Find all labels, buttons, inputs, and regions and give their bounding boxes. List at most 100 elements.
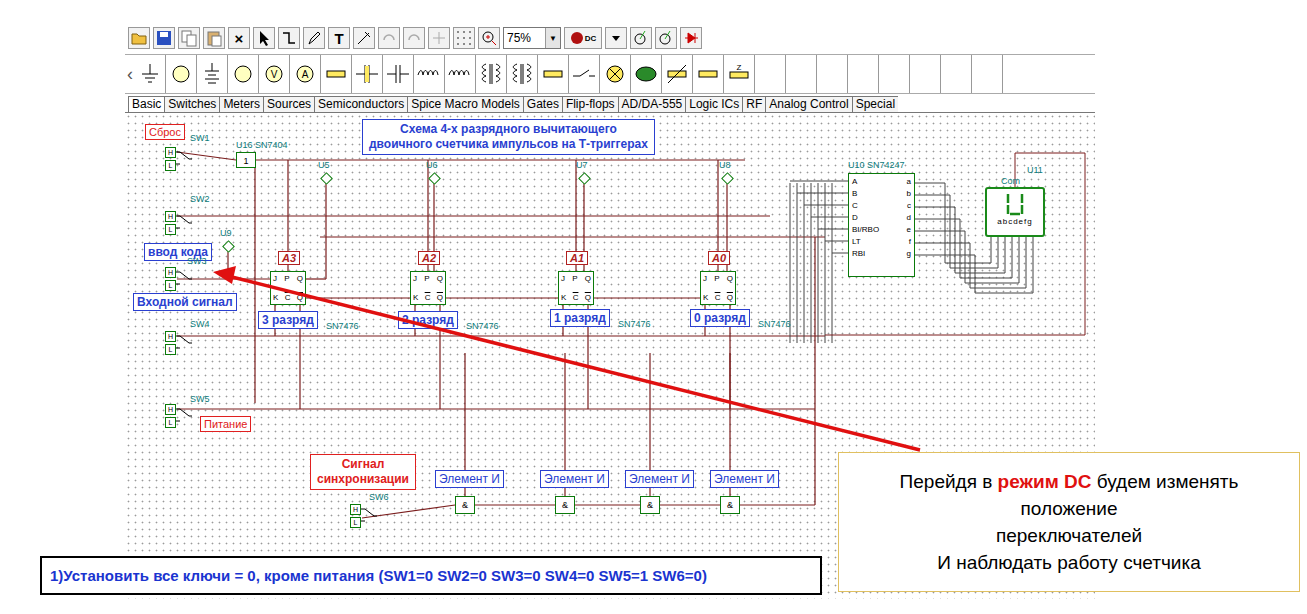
toolbar-button[interactable] [178, 27, 200, 49]
switch-pin: L [165, 160, 176, 171]
component-button[interactable] [600, 55, 631, 93]
parts-tab[interactable]: RF [742, 96, 765, 112]
parts-tab[interactable]: Logic ICs [685, 96, 742, 112]
component-button[interactable] [166, 55, 197, 93]
decoder-label: U10 SN74247 [848, 160, 905, 170]
toolbar-button[interactable] [203, 27, 225, 49]
decoder[interactable]: ABCDBI/RBOLTRBIabcdefg [848, 173, 915, 277]
cap-pol-icon [354, 61, 380, 87]
toolbar-button[interactable] [253, 27, 275, 49]
flip-flop[interactable]: JPQKCQ [410, 271, 446, 305]
switch[interactable]: HL [165, 147, 193, 169]
switch-label: SW2 [190, 194, 210, 204]
toolbar-button[interactable] [278, 27, 300, 49]
component-button[interactable]: Z [724, 55, 755, 93]
component-button[interactable] [972, 55, 1003, 93]
toolbar-button[interactable] [403, 27, 425, 49]
component-button[interactable] [817, 55, 848, 93]
component-button[interactable] [135, 55, 166, 93]
pin-label: Q [297, 293, 303, 302]
toolbar-button[interactable] [378, 27, 400, 49]
component-button[interactable] [662, 55, 693, 93]
and-gate[interactable]: & [640, 496, 660, 514]
parts-tab[interactable]: Switches [164, 96, 219, 112]
parts-tab[interactable]: AD/DA-555 [618, 96, 686, 112]
parts-tab[interactable]: Flip-flops [562, 96, 618, 112]
pin-label: Q [585, 274, 591, 283]
parts-tab[interactable]: Analog Control [765, 96, 851, 112]
red-label: Сигнал синхронизации [310, 454, 416, 490]
parts-tab[interactable]: Meters [219, 96, 263, 112]
component-button[interactable] [507, 55, 538, 93]
component-button[interactable] [693, 55, 724, 93]
component-button[interactable] [569, 55, 600, 93]
parts-tab[interactable]: Gates [523, 96, 562, 112]
parts-tab[interactable]: Semiconductors [314, 96, 407, 112]
flip-flop[interactable]: JPQKCQ [700, 271, 736, 305]
component-button[interactable] [414, 55, 445, 93]
component-button[interactable] [910, 55, 941, 93]
toolbar-button[interactable] [680, 27, 702, 49]
inverter[interactable]: 1 [236, 152, 256, 168]
switch[interactable]: HL [165, 211, 193, 233]
toolbar-button[interactable] [605, 27, 627, 49]
zoom-select[interactable]: 75%▼ [503, 27, 561, 49]
toolbar-button[interactable]: × [228, 27, 250, 49]
probe[interactable] [222, 240, 235, 253]
toolbar-button[interactable] [128, 27, 150, 49]
flip-flop[interactable]: JPQKCQ [270, 271, 306, 305]
probe[interactable] [428, 172, 441, 185]
parts-tab[interactable]: Special [852, 96, 898, 112]
component-button[interactable] [476, 55, 507, 93]
resistor-icon [695, 61, 721, 87]
toolbar-button[interactable] [453, 27, 475, 49]
switch-pin: L [165, 417, 176, 428]
component-button[interactable] [755, 55, 786, 93]
flip-flop[interactable]: JPQKCQ [558, 271, 594, 305]
blue-label: Входной сигнал [133, 293, 237, 311]
gate-caption: Элемент И [540, 470, 609, 488]
toolbar-button[interactable]: T [328, 27, 350, 49]
component-button[interactable] [538, 55, 569, 93]
component-button[interactable] [786, 55, 817, 93]
switch[interactable]: HL [165, 331, 193, 353]
pin-label: d [907, 212, 911, 224]
component-button[interactable] [941, 55, 972, 93]
switch[interactable]: HL [165, 404, 193, 426]
probe[interactable] [721, 172, 734, 185]
switch[interactable]: HL [350, 504, 378, 526]
and-gate[interactable]: & [555, 496, 575, 514]
transformer-icon [478, 61, 504, 87]
component-button[interactable] [228, 55, 259, 93]
probe[interactable] [320, 172, 333, 185]
component-button[interactable] [445, 55, 476, 93]
component-button[interactable]: A [290, 55, 321, 93]
and-gate[interactable]: & [455, 496, 475, 514]
toolbar-button[interactable] [630, 27, 652, 49]
toolbar-button[interactable] [353, 27, 375, 49]
toolbar-button[interactable] [478, 27, 500, 49]
toolbar-button[interactable] [428, 27, 450, 49]
dc-mode-button[interactable]: DC [564, 27, 602, 49]
toolbar-button[interactable] [153, 27, 175, 49]
switch[interactable]: HL [165, 267, 193, 289]
seven-segment-display[interactable]: abcdefg [985, 187, 1045, 237]
component-button[interactable]: V [259, 55, 290, 93]
arrow-down-icon [607, 29, 625, 47]
scroll-left-button[interactable]: ‹ [125, 55, 135, 93]
component-button[interactable] [197, 55, 228, 93]
parts-tab[interactable]: Sources [263, 96, 314, 112]
parts-tab[interactable]: Spice Macro Models [407, 96, 523, 112]
parts-tab[interactable]: Basic [128, 96, 164, 112]
transformer-icon [509, 61, 535, 87]
and-gate[interactable]: & [720, 496, 740, 514]
component-button[interactable] [848, 55, 879, 93]
component-button[interactable] [879, 55, 910, 93]
component-button[interactable] [321, 55, 352, 93]
component-button[interactable] [352, 55, 383, 93]
toolbar-button[interactable] [655, 27, 677, 49]
component-button[interactable] [383, 55, 414, 93]
toolbar-button[interactable] [303, 27, 325, 49]
component-button[interactable] [631, 55, 662, 93]
probe[interactable] [578, 172, 591, 185]
